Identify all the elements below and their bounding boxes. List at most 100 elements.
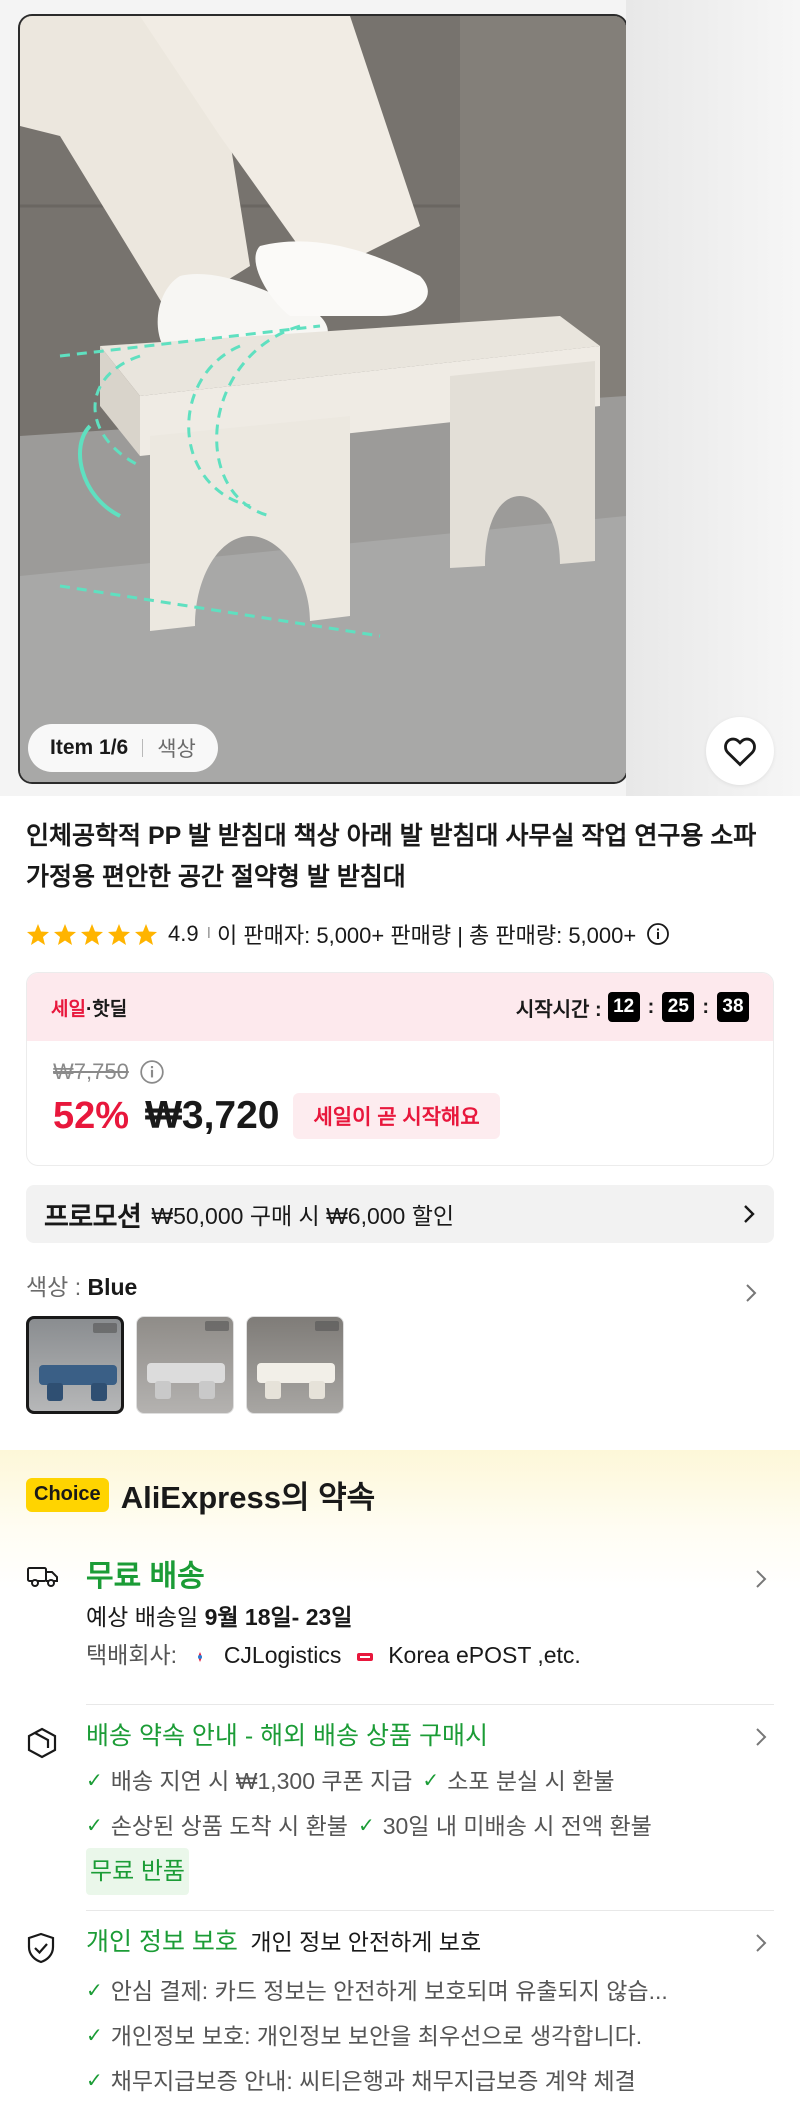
privacy-item: ✓ 안심 결제: 카드 정보는 안전하게 보호되며 유출되지 않습... [86, 1970, 668, 2013]
promotion-text: ₩50,000 구매 시 ₩6,000 할인 [151, 1203, 455, 1229]
timer-colon: : [647, 995, 655, 1018]
info-icon[interactable] [646, 922, 670, 946]
original-price-row: ₩7,750 [53, 1059, 747, 1085]
product-image[interactable] [20, 16, 626, 782]
privacy-guarantees: ✓ 안심 결제: 카드 정보는 안전하게 보호되며 유출되지 않습... ✓ 개인정… [86, 1968, 774, 2103]
shield-icon [27, 1932, 55, 1964]
check-icon: ✓ [86, 2070, 103, 2092]
sales-count: 이 판매자: 5,000+ 판매량 | 총 판매량: 5,000+ [217, 923, 637, 948]
countdown-timer: 시작시간 : 12 : 25 : 38 [516, 992, 749, 1022]
image-counter-badge: Item 1/6 색상 [28, 724, 218, 772]
swatch-product-leg [91, 1383, 107, 1401]
guarantee-item: ✓ 소포 분실 시 환불 [422, 1760, 614, 1803]
star-icon [81, 923, 103, 945]
timer-hours: 12 [607, 992, 640, 1022]
image-counter: Item 1/6 [50, 736, 129, 759]
selected-color: Blue [87, 1274, 138, 1300]
privacy-subtitle: 개인 정보 안전하게 보호 [250, 1929, 482, 1955]
price-section: ₩7,750 52% ₩3,720 세일이 곧 시작해요 [27, 1041, 773, 1157]
delivery-estimate: 예상 배송일 9월 18일- 23일 [86, 1598, 774, 1636]
timer-label: 시작시간 : [515, 998, 602, 1021]
timer-seconds: 38 [717, 992, 749, 1022]
star-icon [54, 923, 76, 945]
delivery-promise-row[interactable]: 배송 약속 안내 - 해외 배송 상품 구매시 ✓ 배송 지연 시 ₩1,300 … [26, 1714, 774, 1895]
check-icon: ✓ [86, 1980, 103, 2002]
swatch-beige[interactable] [246, 1316, 344, 1414]
guarantee-item: ✓ 손상된 상품 도착 시 환불 [86, 1805, 348, 1848]
wishlist-button[interactable] [706, 717, 774, 785]
privacy-header: 개인 정보 보호 개인 정보 안전하게 보호 [86, 1920, 774, 1968]
heart-icon [724, 737, 756, 767]
swatch-blue[interactable] [26, 1316, 124, 1414]
delivery-promise-title: 배송 약속 안내 - 해외 배송 상품 구매시 [86, 1722, 488, 1750]
discount-percent: 52% [53, 1094, 130, 1137]
korea-post-logo-icon [356, 1652, 373, 1661]
swatch-label [205, 1321, 229, 1331]
color-label: 색상 : [26, 1274, 88, 1300]
section-divider [86, 1910, 774, 1911]
badge-divider [142, 739, 144, 757]
eta-dates: 9월 18일- 23일 [204, 1604, 353, 1630]
timer-minutes: 25 [662, 992, 695, 1022]
rating-score: 4.9 [168, 921, 199, 946]
cj-logo-icon [198, 1651, 203, 1662]
star-icon [135, 923, 157, 945]
chevron-right-icon [744, 1205, 755, 1223]
privacy-title: 개인 정보 보호 [86, 1928, 238, 1956]
privacy-item: ✓ 채무지급보증 안내: 씨티은행과 채무지급보증 계약 체결 [86, 2060, 636, 2103]
check-icon: ✓ [86, 1815, 103, 1837]
product-gallery[interactable]: Item 1/6 색상 [0, 0, 800, 796]
privacy-protection-row[interactable]: 개인 정보 보호 개인 정보 안전하게 보호 ✓ 안심 결제: 카드 정보는 안전… [26, 1920, 774, 2103]
sale-tag: 세일·핫딜 [51, 994, 127, 1021]
free-return-badge: 무료 반품 [86, 1848, 189, 1895]
info-icon[interactable] [139, 1059, 165, 1085]
product-photo-illustration [20, 16, 626, 782]
swatch-product-leg [199, 1381, 215, 1399]
swatch-product-leg [309, 1381, 325, 1399]
promise-title: AliExpress의 약속 [120, 1480, 376, 1515]
star-icon [108, 923, 130, 945]
privacy-details: 개인 정보 보호 개인 정보 안전하게 보호 ✓ 안심 결제: 카드 정보는 안전… [86, 1920, 774, 2103]
free-shipping-row[interactable]: 무료 배송 예상 배송일 9월 18일- 23일 택배회사: CJLogisti… [26, 1556, 774, 1674]
current-price-row: 52% ₩3,720 세일이 곧 시작해요 [53, 1093, 747, 1139]
carrier-line: 택배회사: CJLogistics Korea ePOST ,etc. [86, 1636, 774, 1674]
chevron-right-icon[interactable] [744, 1282, 758, 1304]
shipping-details: 무료 배송 예상 배송일 9월 18일- 23일 택배회사: CJLogisti… [86, 1556, 774, 1674]
hotdeal-label: ·핫딜 [85, 998, 128, 1020]
chevron-right-icon [756, 1728, 767, 1746]
next-image-peek[interactable] [626, 0, 800, 796]
sale-label: 세일 [51, 998, 86, 1020]
privacy-item: ✓ 개인정보 보호: 개인정보 보안을 최우선으로 생각합니다. [86, 2015, 642, 2058]
privacy-text: 안심 결제: 카드 정보는 안전하게 보호되며 유출되지 않습... [110, 1978, 668, 2004]
swatch-product [257, 1363, 335, 1383]
carrier-cj: CJLogistics [223, 1642, 342, 1668]
swatch-product-leg [265, 1381, 281, 1399]
privacy-text: 개인정보 보호: 개인정보 보안을 최우선으로 생각합니다. [110, 2023, 643, 2049]
sale-box: 세일·핫딜 시작시간 : 12 : 25 : 38 ₩7,750 52% ₩3,… [26, 972, 774, 1166]
sale-price: ₩3,720 [145, 1094, 280, 1137]
swatch-label [93, 1323, 117, 1333]
package-icon [27, 1727, 57, 1759]
color-swatches [26, 1316, 344, 1414]
color-selector-label[interactable]: 색상 : Blue [26, 1268, 137, 1302]
sale-header: 세일·핫딜 시작시간 : 12 : 25 : 38 [27, 973, 773, 1041]
guarantee-item: ✓ 30일 내 미배송 시 전액 환불 [358, 1805, 652, 1848]
chevron-right-icon [756, 1570, 767, 1588]
carrier-korea-post: Korea ePOST ,etc. [388, 1642, 581, 1668]
guarantee-item: ✓ 배송 지연 시 ₩1,300 쿠폰 지급 [86, 1760, 412, 1803]
rating-row[interactable]: 4.9 I 이 판매자: 5,000+ 판매량 | 총 판매량: 5,000+ [26, 918, 670, 950]
check-icon: ✓ [422, 1770, 440, 1792]
sale-starting-soon-badge: 세일이 곧 시작해요 [293, 1093, 500, 1139]
check-icon: ✓ [357, 1815, 375, 1837]
truck-icon [27, 1567, 58, 1587]
shipping-title: 무료 배송 [86, 1560, 205, 1593]
swatch-product [39, 1365, 117, 1385]
promotion-bar[interactable]: 프로모션 ₩50,000 구매 시 ₩6,000 할인 [26, 1185, 774, 1243]
swatch-product-leg [155, 1381, 171, 1399]
product-title: 인체공학적 PP 발 받침대 책상 아래 발 받침대 사무실 작업 연구용 소파… [26, 822, 757, 891]
carrier-label: 택배회사: [86, 1642, 178, 1668]
delivery-promise-details: 배송 약속 안내 - 해외 배송 상품 구매시 ✓ 배송 지연 시 ₩1,300 … [86, 1714, 774, 1895]
guarantee-text: 배송 지연 시 ₩1,300 쿠폰 지급 [110, 1768, 413, 1794]
privacy-text: 채무지급보증 안내: 씨티은행과 채무지급보증 계약 체결 [110, 2068, 636, 2094]
swatch-gray[interactable] [136, 1316, 234, 1414]
